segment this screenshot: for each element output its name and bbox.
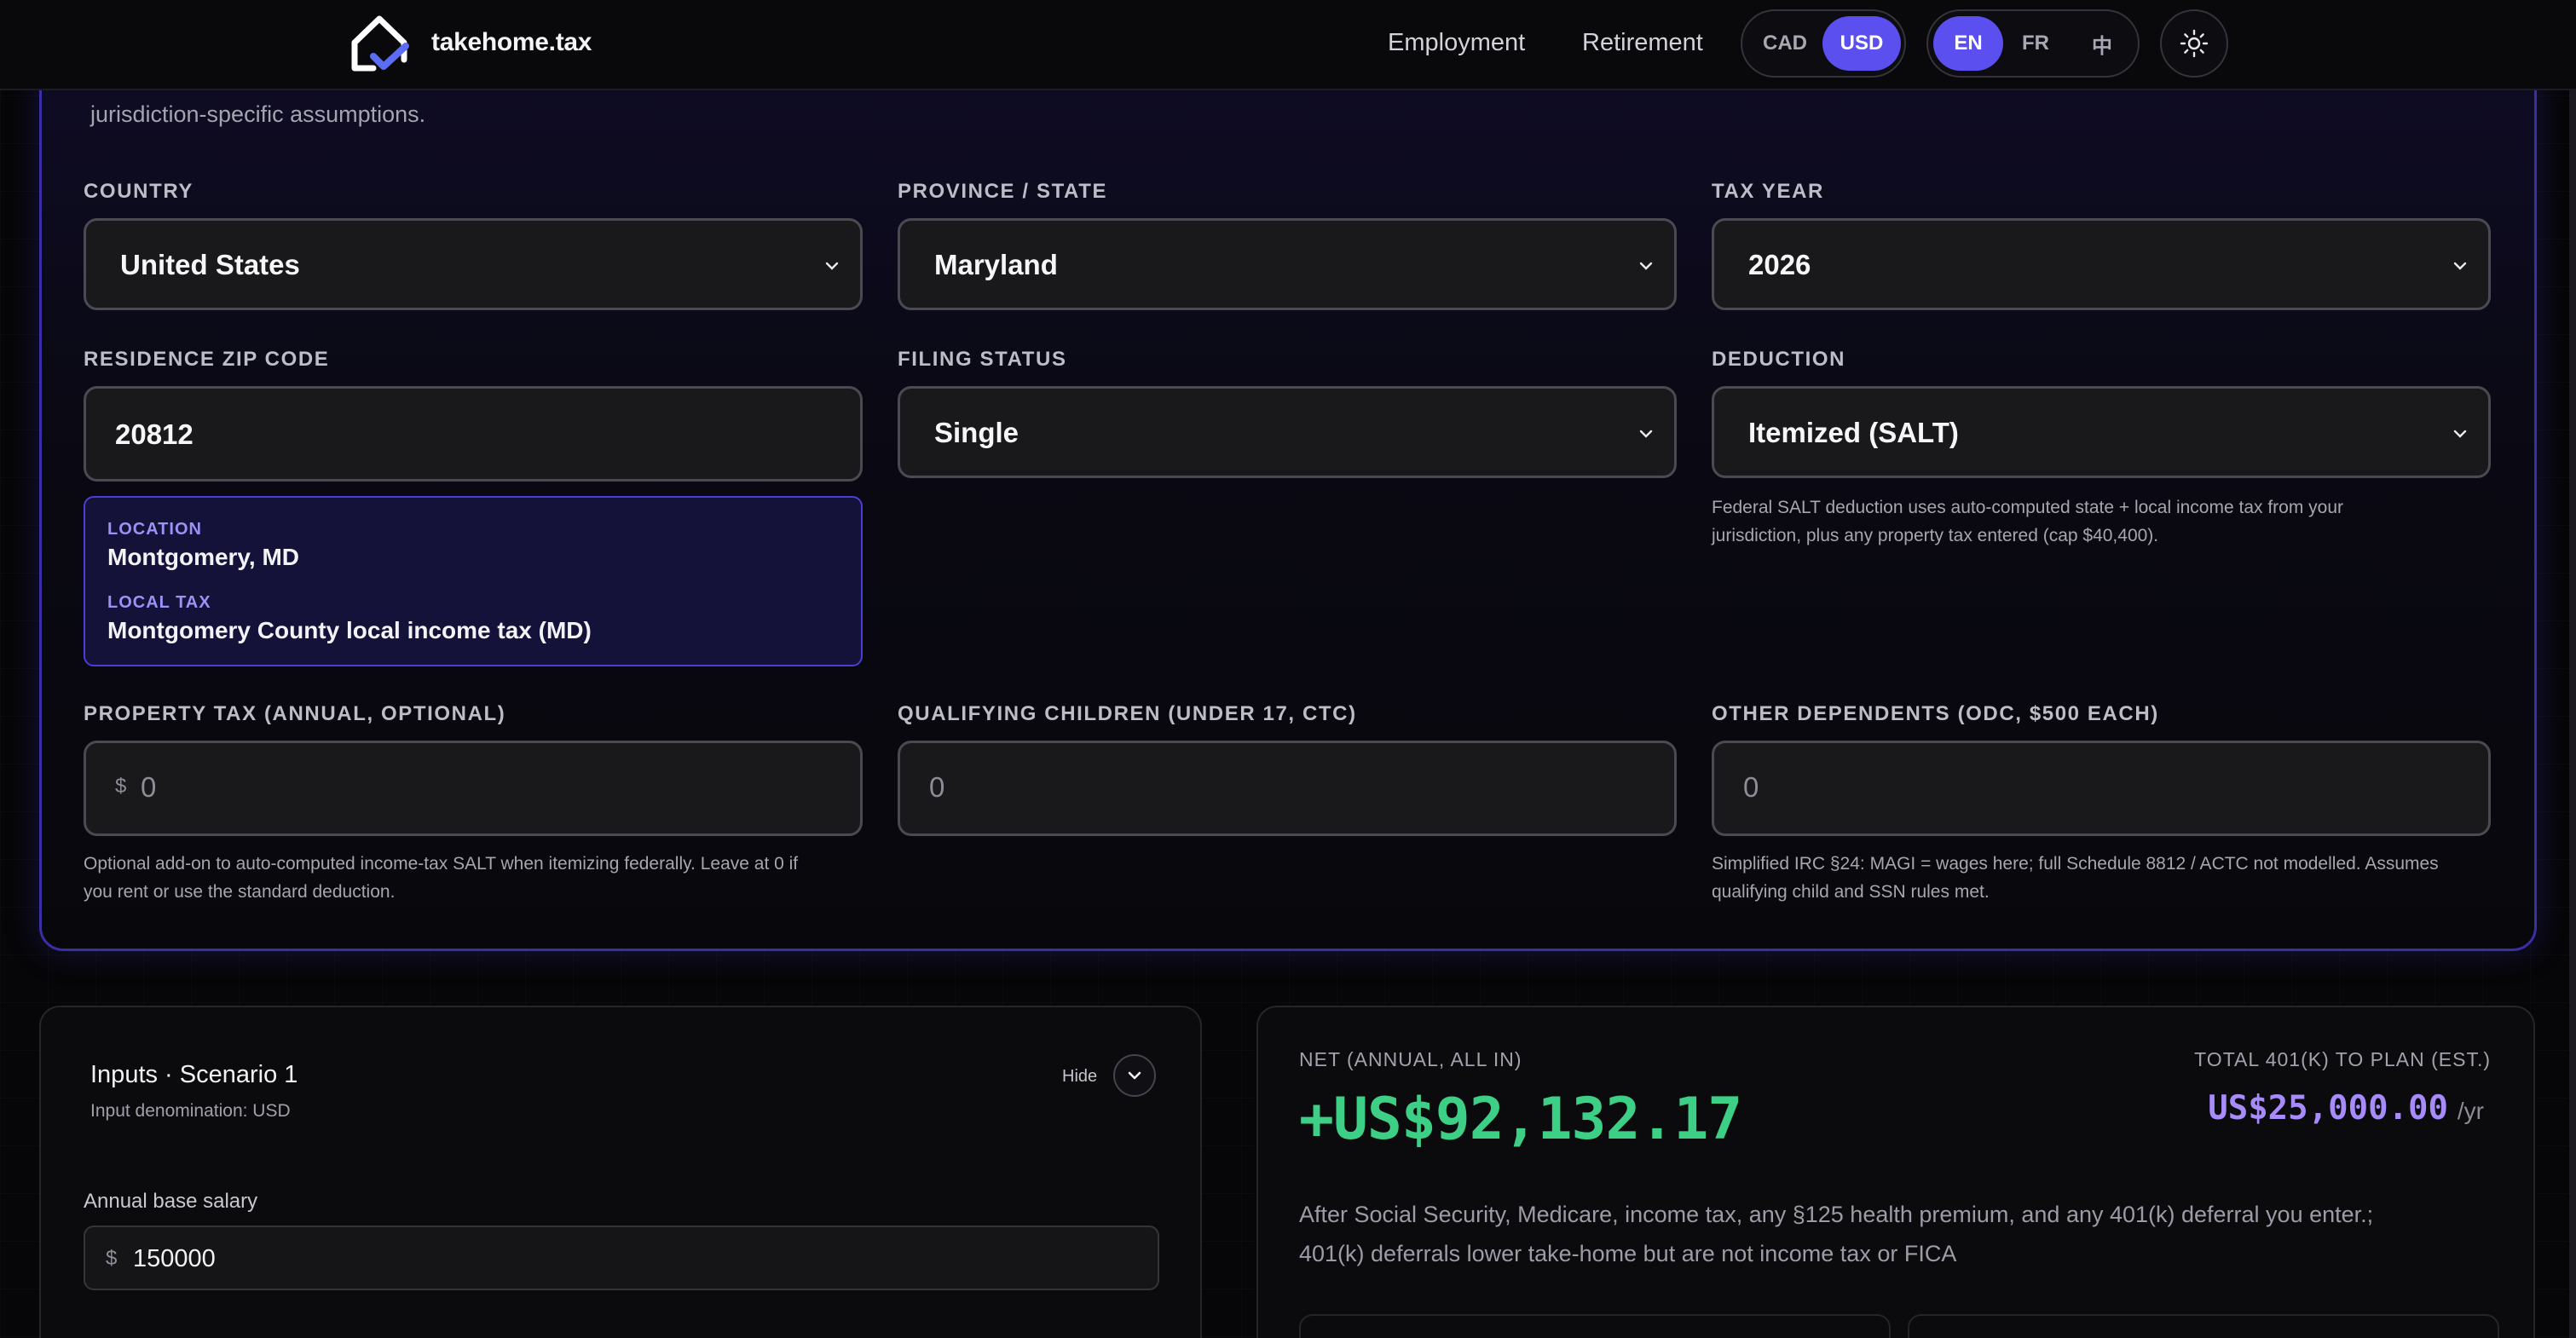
property-tax-input[interactable]: $ 0 — [84, 741, 863, 836]
currency-cad-button[interactable]: CAD — [1753, 16, 1817, 71]
chevron-down-icon — [2453, 430, 2467, 438]
breakdown-card — [1299, 1314, 1891, 1338]
inputs-scenario-panel: Inputs · Scenario 1 Input denomination: … — [39, 1006, 1202, 1338]
chevron-down-icon — [1639, 262, 1653, 270]
chevron-down-icon — [1128, 1071, 1141, 1080]
house-check-logo-icon[interactable] — [348, 12, 411, 75]
country-select[interactable]: United States — [84, 218, 863, 310]
children-label: QUALIFYING CHILDREN (UNDER 17, CTC) — [898, 702, 1357, 725]
zip-label: RESIDENCE ZIP CODE — [84, 348, 330, 371]
language-fr-button[interactable]: FR — [2003, 16, 2068, 71]
children-placeholder: 0 — [929, 771, 945, 803]
net-description-line-2: 401(k) deferrals lower take-home but are… — [1299, 1241, 1957, 1266]
net-description-line-1: After Social Security, Medicare, income … — [1299, 1202, 2374, 1227]
property-tax-help-line-2: you rent or use the standard deduction. — [84, 882, 396, 902]
results-panel: NET (ANNUAL, ALL IN) +US$92,132.17 TOTAL… — [1256, 1006, 2535, 1338]
local-tax-label: LOCAL TAX — [107, 593, 211, 612]
province-value: Maryland — [934, 249, 1058, 280]
theme-toggle-button[interactable] — [2160, 9, 2228, 78]
language-en-button[interactable]: EN — [1933, 16, 2003, 71]
brand-name[interactable]: takehome.tax — [431, 26, 592, 60]
sun-icon — [2180, 29, 2209, 58]
net-description: After Social Security, Medicare, income … — [1299, 1195, 2492, 1273]
plan-401k-label: TOTAL 401(K) TO PLAN (EST.) — [2194, 1048, 2491, 1070]
input-denomination-text: Input denomination: USD — [90, 1101, 291, 1121]
top-nav-bar: takehome.tax Employment Retirement CAD U… — [0, 0, 2576, 90]
scrollbar-track[interactable] — [2569, 90, 2576, 1338]
tax-year-value: 2026 — [1748, 249, 1811, 280]
dollar-prefix: $ — [115, 775, 127, 798]
settings-intro-text: jurisdiction-specific assumptions. — [90, 101, 426, 127]
other-dependents-label: OTHER DEPENDENTS (ODC, $500 EACH) — [1712, 702, 2159, 725]
local-tax-value: Montgomery County local income tax (MD) — [107, 617, 592, 643]
property-tax-help-line-1: Optional add-on to auto-computed income-… — [84, 854, 799, 874]
deduction-label: DEDUCTION — [1712, 348, 1846, 371]
deduction-value: Itemized (SALT) — [1748, 417, 1959, 448]
zip-value: 20812 — [115, 418, 193, 450]
breakdown-card — [1908, 1314, 2499, 1338]
chevron-down-icon — [1639, 430, 1653, 438]
deduction-help-line-2: jurisdiction, plus any property tax ente… — [1712, 526, 2159, 545]
salary-value: 150000 — [133, 1245, 216, 1272]
filing-status-label: FILING STATUS — [898, 348, 1067, 371]
page: takehome.tax Employment Retirement CAD U… — [0, 0, 2576, 1338]
nav-employment[interactable]: Employment — [1388, 26, 1525, 60]
hide-label[interactable]: Hide — [1062, 1065, 1097, 1087]
filing-status-value: Single — [934, 417, 1019, 448]
nav-retirement[interactable]: Retirement — [1582, 26, 1703, 60]
filing-status-select[interactable]: Single — [898, 386, 1677, 478]
children-input[interactable]: 0 — [898, 741, 1677, 836]
province-select[interactable]: Maryland — [898, 218, 1677, 310]
other-dependents-placeholder: 0 — [1743, 771, 1759, 803]
other-dependents-input[interactable]: 0 — [1712, 741, 2491, 836]
inputs-panel-title: Inputs · Scenario 1 — [90, 1061, 298, 1088]
country-value: United States — [120, 249, 300, 280]
deduction-select[interactable]: Itemized (SALT) — [1712, 386, 2491, 478]
deduction-help-line-1: Federal SALT deduction uses auto-compute… — [1712, 498, 2344, 517]
chevron-down-icon — [2453, 262, 2467, 270]
language-zh-button[interactable]: 中 — [2070, 16, 2134, 71]
net-annual-value: +US$92,132.17 — [1299, 1086, 1742, 1153]
salary-label: Annual base salary — [84, 1190, 258, 1213]
other-dependents-help-line-1: Simplified IRC §24: MAGI = wages here; f… — [1712, 854, 2439, 874]
location-value: Montgomery, MD — [107, 544, 300, 570]
property-tax-placeholder: 0 — [141, 771, 157, 803]
salary-input[interactable]: $ 150000 — [84, 1226, 1159, 1290]
tax-year-label: TAX YEAR — [1712, 180, 1824, 203]
tax-year-select[interactable]: 2026 — [1712, 218, 2491, 310]
plan-401k-value: US$25,000.00 — [2208, 1089, 2448, 1127]
net-label: NET (ANNUAL, ALL IN) — [1299, 1048, 1522, 1070]
location-info-box: LOCATION Montgomery, MD LOCAL TAX Montgo… — [84, 496, 863, 666]
currency-usd-button[interactable]: USD — [1822, 16, 1901, 71]
other-dependents-help-line-2: qualifying child and SSN rules met. — [1712, 882, 1990, 902]
language-toggle: EN FR 中 — [1926, 9, 2140, 78]
zip-input[interactable]: 20812 — [84, 386, 863, 482]
location-label: LOCATION — [107, 520, 202, 539]
plan-401k-unit: /yr — [2457, 1098, 2484, 1124]
collapse-button[interactable] — [1113, 1054, 1156, 1097]
dollar-prefix: $ — [106, 1247, 118, 1270]
province-label: PROVINCE / STATE — [898, 180, 1108, 203]
property-tax-label: PROPERTY TAX (ANNUAL, OPTIONAL) — [84, 702, 506, 725]
chevron-down-icon — [825, 262, 839, 270]
country-label: COUNTRY — [84, 180, 193, 203]
currency-toggle: CAD USD — [1741, 9, 1906, 78]
